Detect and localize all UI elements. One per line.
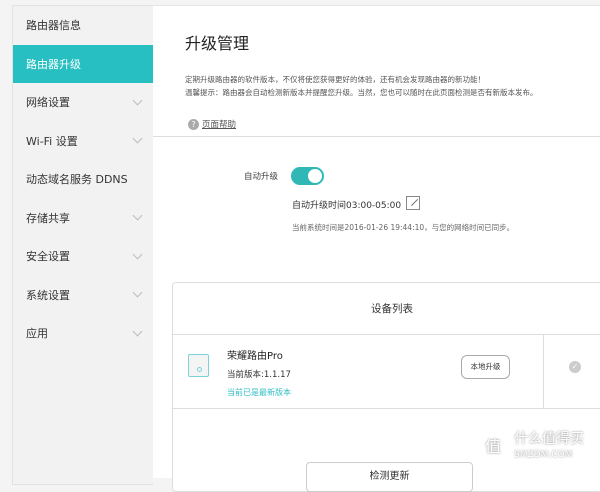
page-help-link[interactable]: 页面帮助 (202, 118, 236, 130)
sidebar-item-label: 路由器信息 (26, 19, 81, 33)
check-update-button[interactable]: 检测更新 (306, 462, 473, 492)
watermark-sub: SMZDM.COM (514, 450, 573, 460)
desc-line-2: 温馨提示：路由器会自动检测新版本并提醒您升级。当然，您也可以随时在此页面检测是否… (185, 88, 538, 97)
local-upgrade-button[interactable]: 本地升级 (461, 355, 510, 379)
auto-upgrade-label: 自动升级 (244, 172, 279, 182)
desc-line-1: 定期升级路由器的软件版本，不仅将使您获得更好的体验，还有机会发现路由器的新功能！ (185, 75, 485, 84)
device-list-header: 设备列表 (173, 283, 600, 335)
edit-icon[interactable] (406, 196, 420, 210)
system-time: 当前系统时间是2016-01-26 19:44:10，与您的网络时间已同步。 (292, 223, 515, 232)
device-name: 荣耀路由Pro (227, 351, 283, 362)
divider (153, 136, 600, 137)
sidebar-item-label: 系统设置 (26, 288, 70, 302)
sidebar-item-label: 网络设置 (26, 96, 70, 110)
main-panel: 升级管理 定期升级路由器的软件版本，不仅将使您获得更好的体验，还有机会发现路由器… (153, 5, 600, 492)
sidebar-item[interactable]: 存储共享 (13, 199, 153, 238)
chevron-down-icon (132, 287, 143, 298)
watermark: 值 什么值得买 SMZDM.COM (476, 430, 584, 464)
sidebar-item-label: 应用 (26, 327, 48, 341)
router-icon (188, 354, 209, 377)
sidebar-item-label: 路由器升级 (26, 57, 81, 71)
sidebar-item-label: 存储共享 (26, 211, 70, 225)
divider (543, 335, 544, 408)
device-row: 荣耀路由Pro 当前版本:1.1.17 当前已是最新版本 本地升级 ✓ (173, 335, 600, 409)
help-icon: ? (188, 118, 199, 130)
sidebar-item-label: Wi-Fi 设置 (26, 134, 78, 148)
watermark-text: 什么值得买 (514, 431, 584, 447)
auto-upgrade-toggle[interactable] (291, 167, 324, 185)
device-status: 当前已是最新版本 (227, 388, 291, 397)
device-version: 当前版本:1.1.17 (227, 370, 291, 380)
sidebar-item[interactable]: 路由器信息 (13, 6, 153, 45)
sidebar-item-label: 动态域名服务 DDNS (26, 173, 128, 187)
sidebar-item[interactable]: Wi-Fi 设置 (13, 122, 153, 161)
sidebar-item-label: 安全设置 (26, 250, 70, 264)
page-description: 定期升级路由器的软件版本，不仅将使您获得更好的体验，还有机会发现路由器的新功能！… (185, 73, 538, 99)
sidebar-item[interactable]: 安全设置 (13, 237, 153, 276)
sidebar-item[interactable]: 系统设置 (13, 276, 153, 315)
page-title: 升级管理 (185, 34, 250, 53)
sidebar-item[interactable]: 动态域名服务 DDNS (13, 160, 153, 199)
chevron-down-icon (132, 249, 143, 260)
watermark-logo: 值 (476, 430, 510, 464)
chevron-down-icon (132, 210, 143, 221)
auto-upgrade-time: 自动升级时间03:00-05:00 (292, 201, 402, 211)
sidebar-item[interactable]: 网络设置 (13, 83, 153, 122)
sidebar-item[interactable]: 路由器升级 (13, 44, 153, 83)
chevron-down-icon (132, 95, 143, 106)
page-help[interactable]: ? 页面帮助 (188, 118, 236, 130)
chevron-down-icon (132, 326, 143, 337)
sidebar: 路由器信息路由器升级网络设置 Wi-Fi 设置动态域名服务 DDNS 存储共享安全设… (12, 5, 153, 485)
sidebar-item[interactable]: 应用 (13, 314, 153, 353)
chevron-down-icon (132, 133, 143, 144)
check-icon: ✓ (569, 361, 581, 373)
